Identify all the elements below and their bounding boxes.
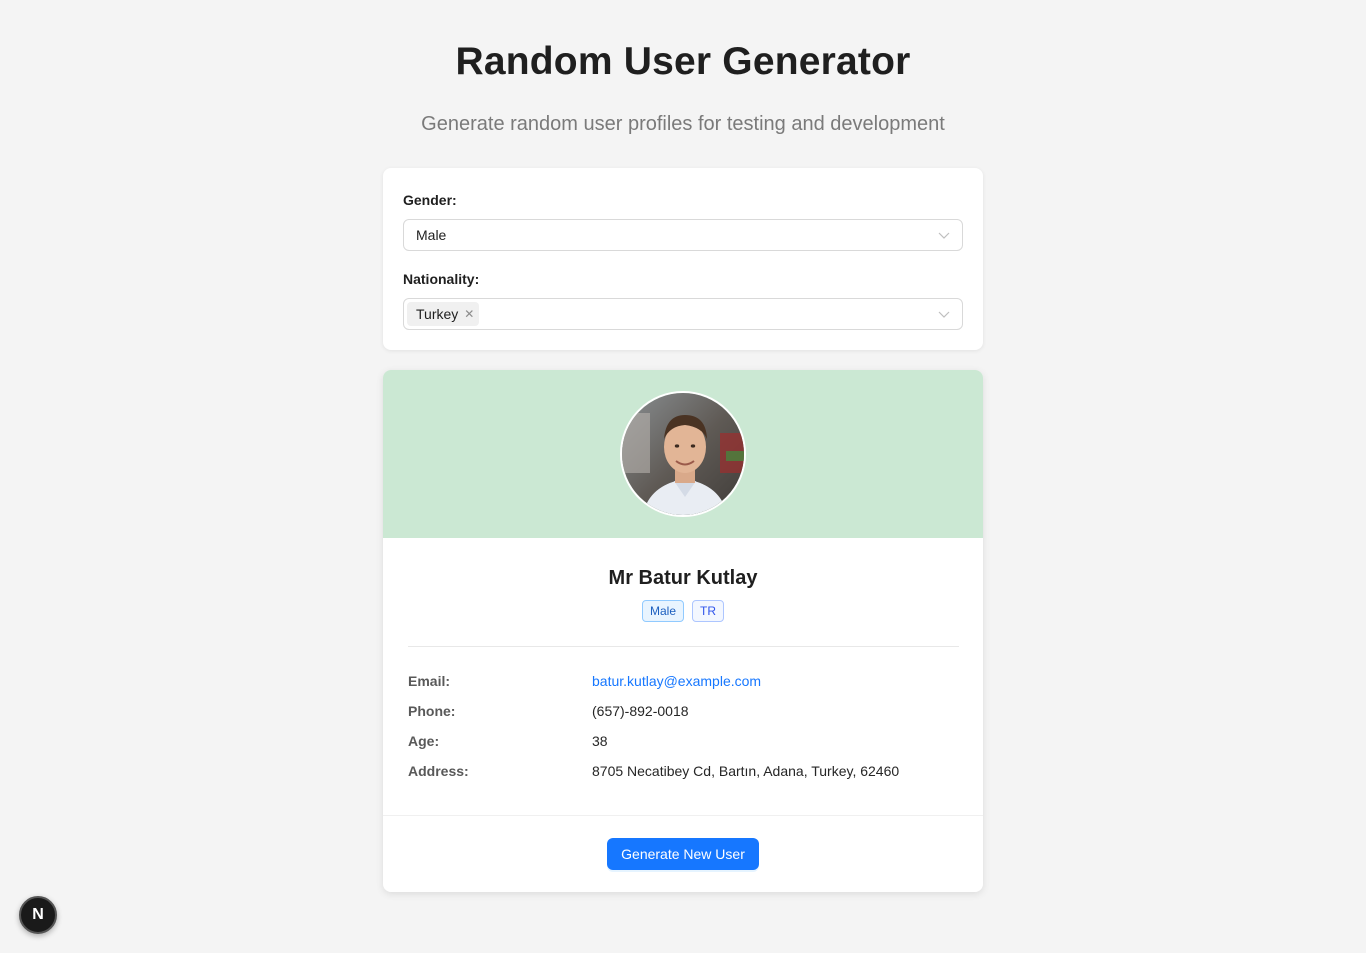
gender-select[interactable]: Male <box>403 219 963 251</box>
info-row-address: Address: 8705 Necatibey Cd, Bartın, Adan… <box>408 763 959 783</box>
gender-select-value: Male <box>416 227 447 243</box>
nationality-badge: TR <box>692 600 724 622</box>
email-link[interactable]: batur.kutlay@example.com <box>592 673 761 689</box>
nationality-tag: Turkey ✕ <box>407 302 480 326</box>
card-footer-divider <box>383 815 983 816</box>
info-key: Address: <box>408 763 469 779</box>
info-key: Email: <box>408 673 451 689</box>
page-subtitle: Generate random user profiles for testin… <box>421 113 945 135</box>
page: Random User Generator Generate random us… <box>0 0 1366 953</box>
filters-panel: Gender: Male Nationality: Turkey ✕ <box>383 168 983 350</box>
gender-badge: Male <box>641 600 684 622</box>
info-key: Phone: <box>408 703 456 719</box>
user-badges: Male TR <box>383 600 983 622</box>
divider <box>408 646 959 647</box>
user-card-header <box>383 370 983 538</box>
info-row-email: Email: batur.kutlay@example.com <box>408 673 959 693</box>
gender-label: Gender: <box>403 192 457 208</box>
info-row-phone: Phone: (657)-892-0018 <box>408 703 959 723</box>
nationality-tag-label: Turkey <box>416 306 459 322</box>
phone-value: (657)-892-0018 <box>592 703 689 719</box>
nationality-select[interactable]: Turkey ✕ <box>403 298 963 330</box>
age-value: 38 <box>592 733 608 749</box>
chevron-down-icon <box>938 311 950 318</box>
info-key: Age: <box>408 733 440 749</box>
address-value: 8705 Necatibey Cd, Bartın, Adana, Turkey… <box>592 763 900 779</box>
nationality-label: Nationality: <box>403 271 480 287</box>
info-row-age: Age: 38 <box>408 733 959 753</box>
user-name: Mr Batur Kutlay <box>608 567 758 589</box>
avatar <box>620 391 746 517</box>
dev-tools-badge[interactable]: N <box>19 896 57 934</box>
chevron-down-icon <box>938 232 950 239</box>
avatar-photo <box>622 393 744 515</box>
close-icon[interactable]: ✕ <box>464 307 474 321</box>
user-card: Mr Batur Kutlay Male TR Email: batur.kut… <box>383 370 983 892</box>
generate-new-user-button[interactable]: Generate New User <box>607 838 759 870</box>
page-title: Random User Generator <box>455 40 911 83</box>
